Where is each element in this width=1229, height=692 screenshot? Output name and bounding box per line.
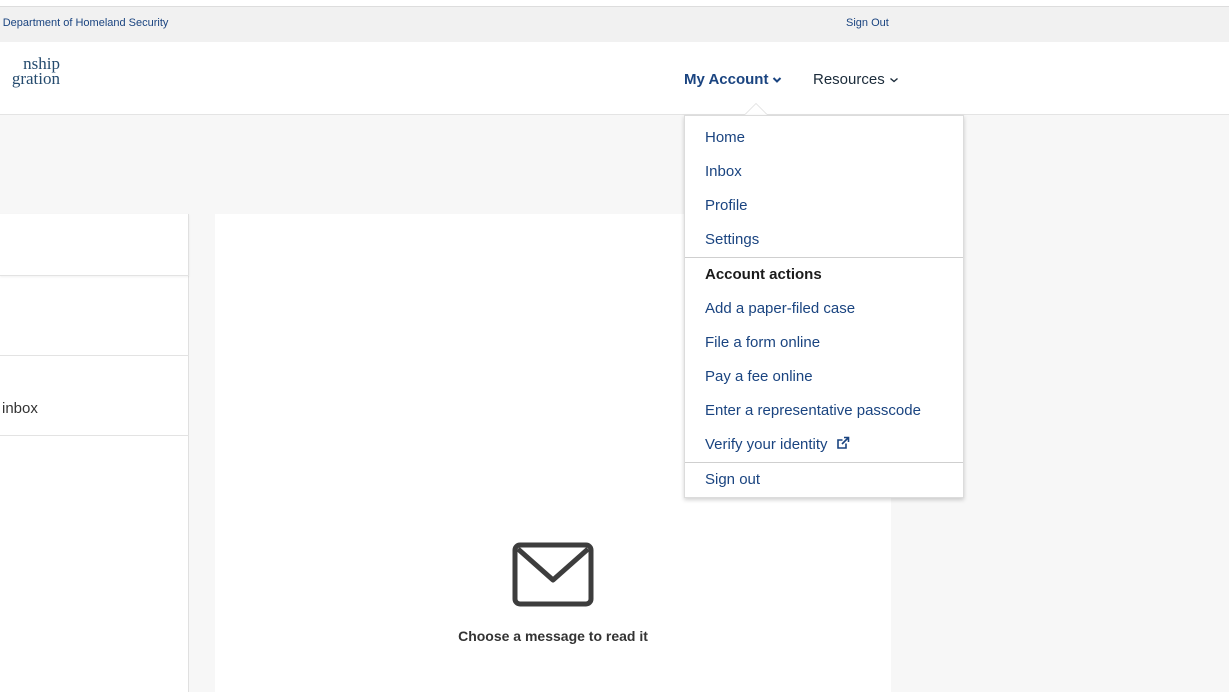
list-item[interactable]: inbox xyxy=(0,356,189,436)
menu-item-verify-identity-label: Verify your identity xyxy=(705,436,828,453)
logo-line-2: gration xyxy=(11,69,60,88)
menu-item-settings[interactable]: Settings xyxy=(705,231,759,248)
list-item-label: inbox xyxy=(2,400,38,417)
menu-divider xyxy=(685,462,963,463)
menu-item-verify-identity[interactable]: Verify your identity xyxy=(705,436,850,453)
menu-item-pay-fee-online[interactable]: Pay a fee online xyxy=(705,368,813,385)
site-header: nship gration My Account Resources xyxy=(0,42,1229,115)
nav-resources-label: Resources xyxy=(813,71,885,88)
chevron-down-icon xyxy=(773,76,782,83)
site-logo[interactable]: nship gration xyxy=(0,55,60,88)
external-link-icon xyxy=(836,436,850,449)
nav-my-account[interactable]: My Account xyxy=(684,71,782,88)
envelope-icon xyxy=(512,542,594,607)
empty-state-message: Choose a message to read it xyxy=(458,628,648,644)
dropdown-caret xyxy=(745,104,767,115)
message-list-header xyxy=(0,214,189,276)
chevron-down-icon xyxy=(889,77,898,82)
menu-item-add-paper-filed-case[interactable]: Add a paper-filed case xyxy=(705,300,855,317)
menu-item-file-form-online[interactable]: File a form online xyxy=(705,334,820,351)
dhs-link[interactable]: - Department of Homeland Security xyxy=(0,17,169,29)
top-sign-out-link[interactable]: Sign Out xyxy=(846,17,889,29)
list-item[interactable] xyxy=(0,278,189,356)
nav-my-account-label: My Account xyxy=(684,71,769,88)
menu-item-sign-out[interactable]: Sign out xyxy=(705,471,760,488)
dhs-link-label: Department of Homeland Security xyxy=(2,17,169,29)
menu-item-profile[interactable]: Profile xyxy=(705,197,748,214)
menu-item-inbox[interactable]: Inbox xyxy=(705,163,742,180)
page-root: - Department of Homeland Security Sign O… xyxy=(0,0,1229,692)
message-list-panel: inbox xyxy=(0,214,189,692)
menu-divider xyxy=(685,257,963,258)
my-account-dropdown: Home Inbox Profile Settings Account acti… xyxy=(684,115,964,498)
menu-item-enter-representative-passcode[interactable]: Enter a representative passcode xyxy=(705,402,921,419)
menu-item-home[interactable]: Home xyxy=(705,129,745,146)
account-actions-heading: Account actions xyxy=(705,266,822,283)
nav-resources[interactable]: Resources xyxy=(813,71,899,88)
utility-bar: - Department of Homeland Security Sign O… xyxy=(0,0,1229,42)
